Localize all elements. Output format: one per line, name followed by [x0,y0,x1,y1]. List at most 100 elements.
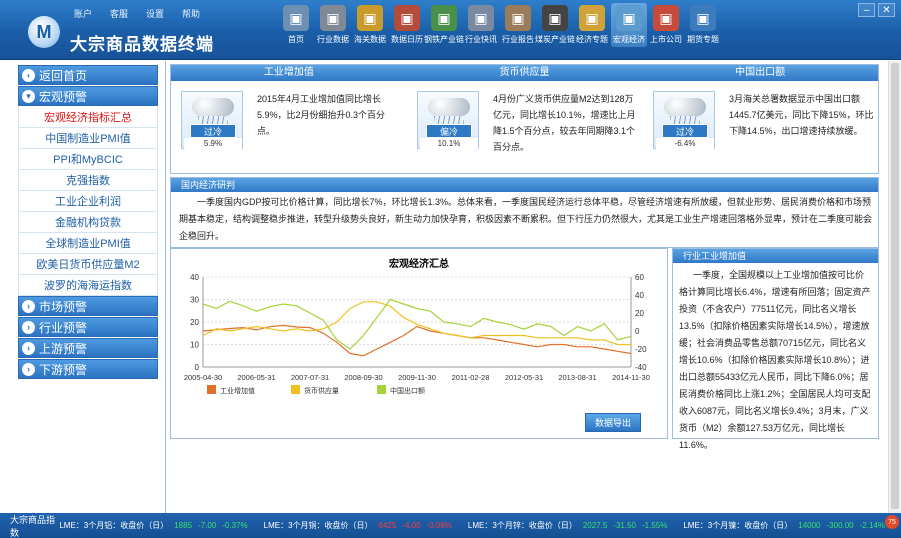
nav-label: 宏观经济 [613,35,645,44]
sidebar-head-label: 返回首页 [39,68,88,83]
minimize-icon[interactable]: – [858,3,875,17]
logo-text: M [36,21,52,42]
nav-bar-chart[interactable]: ▣ 行业数据 [315,3,351,47]
chevron-right-icon: › [22,362,35,376]
chart-panel: 宏观经济汇总 0 10 20 30 40 -40 -20 0 20 40 60 2005-04-30 20… [170,248,668,439]
header-money-supply: 货币供应量 [499,67,550,78]
top-menu: 账户 客服 设置 帮助 [74,7,200,20]
ticker-bar: 大宗商品指数 LME：3个月铝：收盘价（日） 1885 -7.00 -0.37% LME… [0,513,901,538]
ticker-value: 2027.5 [582,521,608,530]
menu-service[interactable]: 客服 [110,7,128,20]
nav-calendar[interactable]: ▣ 数据日历 [389,3,425,47]
cloud-icon [428,98,470,116]
nav-coal[interactable]: ▣ 煤炭产业链 [535,3,575,47]
sidebar-item[interactable]: 金融机构贷款 [18,212,158,233]
weather-icon: 偏冷 10.1% [417,91,479,149]
cloud-icon [192,98,234,116]
sidebar-head-label: 宏观预警 [39,89,88,104]
sidebar-item[interactable]: PPI和MyBCIC [18,149,158,170]
x-tick: 2007-07-31 [291,373,329,382]
ticker-change: -7.00 [198,521,217,530]
nav-house[interactable]: ▣ 首页 [278,3,314,47]
nav-globe[interactable]: ▣ 海关数据 [352,3,388,47]
nav-label: 上市公司 [650,35,682,44]
header-industrial: 工业增加值 [263,67,314,78]
indicator-value: -6.4% [656,138,714,149]
x-tick: 2011-02-28 [452,373,490,382]
x-tick: 2009-11-30 [398,373,436,382]
y-right-tick: 20 [635,309,644,318]
sidebar-group-macro[interactable]: ▾ 宏观预警 [18,86,158,106]
futures-icon: ▣ [690,5,716,31]
ticker-change: -4.00 [402,521,421,530]
sidebar-item[interactable]: 克强指数 [18,170,158,191]
nav-label: 数据日历 [391,35,423,44]
calendar-icon: ▣ [394,5,420,31]
ticker-item: LME：3个月镍：收盘价（日） 14000 -300.00 -2.14% [683,520,891,531]
sidebar-group[interactable]: › 上游预警 [18,338,158,358]
close-icon[interactable]: ✕ [878,3,895,17]
nav-label: 行业数据 [317,35,349,44]
sidebar-group[interactable]: › 行业预警 [18,317,158,337]
sidebar-item[interactable]: 波罗的海海运指数 [18,275,158,296]
rain-icon [434,116,464,124]
y-right-tick: 0 [635,327,640,336]
menu-help[interactable]: 帮助 [182,7,200,20]
export-button[interactable]: 数据导出 [585,413,641,432]
ticker-item: LME：3个月锌：收盘价（日） 2027.5 -31.50 -1.55% [468,520,673,531]
legend-label: 货币供应量 [304,386,339,395]
ticker-value: 6425 [378,521,397,530]
nav-label: 行业快讯 [465,35,497,44]
sidebar-item[interactable]: 全球制造业PMI值 [18,233,158,254]
y-left-tick: 30 [190,296,199,305]
ticker-value: 14000 [798,521,821,530]
sidebar-head-label: 市场预警 [39,299,88,314]
notification-icon[interactable]: 75 [885,515,899,529]
sidebar-item[interactable]: 欧美日货币供应量M2 [18,254,158,275]
sidebar-item[interactable]: 中国制造业PMI值 [18,128,158,149]
indicator-text: 2015年4月工业增加值同比增长5.9%，比2月份细抬升0.3个百分点。 [257,94,386,136]
menu-settings[interactable]: 设置 [146,7,164,20]
legend-swatch [377,385,386,394]
y-right-tick: -20 [635,345,647,354]
nav-report[interactable]: ▣ 行业报告 [500,3,536,47]
weather-label: 过冷 [662,124,708,138]
weather-label: 过冷 [190,124,236,138]
sidebar-head-label: 下游预警 [39,362,88,377]
app-logo: M [28,16,60,48]
window-controls: – ✕ [858,3,895,17]
rain-icon [670,116,700,124]
scroll-thumb[interactable] [891,63,899,509]
nav-company[interactable]: ▣ 上市公司 [648,3,684,47]
ticker-title: 大宗商品指数 [10,514,56,538]
ticker-item: LME：3个月铜：收盘价（日） 6425 -4.00 -0.06% [264,520,458,531]
nav-chain[interactable]: ▣ 钢铁产业链 [424,3,464,47]
sidebar-group[interactable]: › 市场预警 [18,296,158,316]
sidebar-item[interactable]: 工业企业利润 [18,191,158,212]
indicator-headers: 工业增加值 货币供应量 中国出口额 [171,65,878,81]
industry-panel: 行业工业增加值 一季度，全国规模以上工业增加值按可比价格计算同比增长6.4%，增… [672,248,879,450]
nav-news[interactable]: ▣ 行业快讯 [463,3,499,47]
nav-macro[interactable]: ▣ 宏观经济 [611,3,647,47]
indicator-text: 3月海关总署数据显示中国出口额1445.7亿美元，同比下降15%，环比下降14.… [729,94,874,136]
ticker-label: LME：3个月铜：收盘价（日） [263,521,373,530]
ticker-change: -31.50 [613,521,636,530]
nav-topic[interactable]: ▣ 经济专题 [574,3,610,47]
app-window: M 账户 客服 设置 帮助 大宗商品数据终端 ▣ 首页 ▣ 行业数据 ▣ 海关数据 ▣ 数据日… [0,0,901,538]
sidebar-group[interactable]: › 下游预警 [18,359,158,379]
topic-icon: ▣ [579,5,605,31]
sidebar: ‹ 返回首页 ▾ 宏观预警宏观经济指标汇总 中国制造业PMI值 PPI和MyBCIC 克强指… [0,61,166,513]
chevron-down-icon: ▾ [22,89,35,103]
sidebar-item[interactable]: 宏观经济指标汇总 [18,107,158,128]
menu-account[interactable]: 账户 [74,7,92,20]
nav-label: 海关数据 [354,35,386,44]
nav-futures[interactable]: ▣ 期货专题 [685,3,721,47]
y-left-tick: 40 [190,273,199,282]
y-left-tick: 20 [190,318,199,327]
nav-label: 期货专题 [687,35,719,44]
vertical-scrollbar[interactable] [888,61,901,513]
x-tick: 2014-11-30 [612,373,650,382]
ticker-pct: -2.14% [859,521,885,530]
legend-label: 中国出口额 [390,386,425,395]
sidebar-home[interactable]: ‹ 返回首页 [18,65,158,85]
